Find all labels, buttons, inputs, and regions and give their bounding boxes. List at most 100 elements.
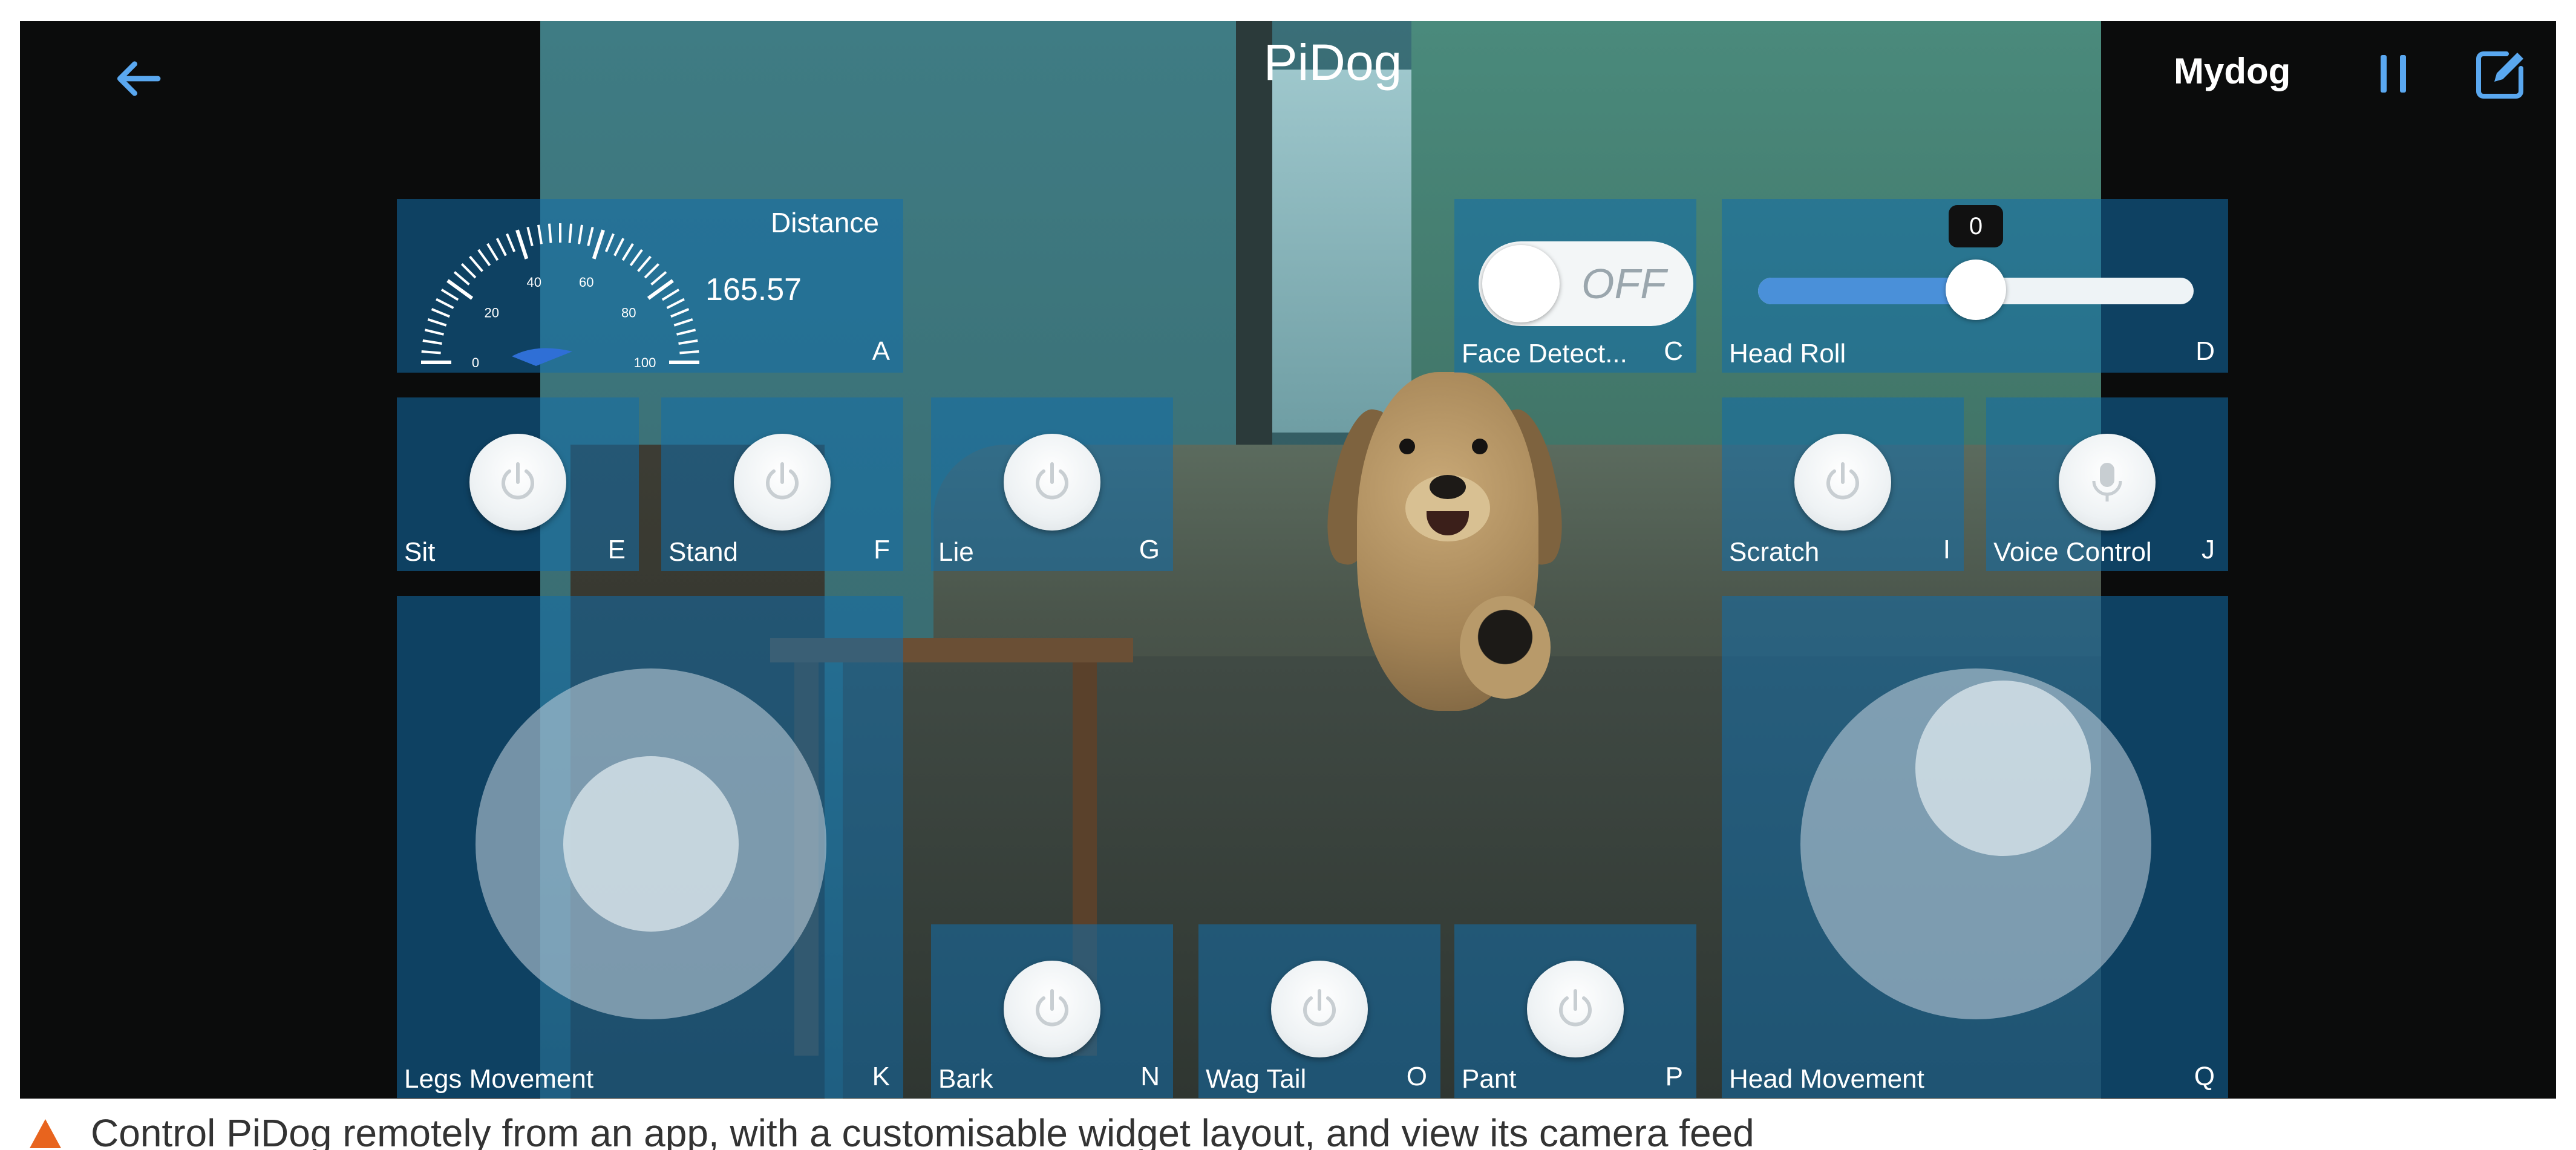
legs-movement-widget: Legs Movement K [397,596,903,1098]
gauge-tick-label: 40 [526,275,541,290]
distance-value: 165.57 [705,272,802,307]
gauge-tick [427,318,447,327]
gauge-tick [644,263,660,279]
gauge-tick [568,223,573,243]
gauge-tick [621,243,634,261]
slider-value: 0 [1949,205,2003,247]
gauge-tick [506,233,516,252]
back-button[interactable] [105,45,171,112]
gauge-tick [666,298,685,309]
bark-button[interactable] [1004,961,1100,1057]
sit-widget: Sit E [397,397,639,571]
gauge-tick [604,233,615,252]
gauge-needle [512,348,572,366]
widget-key: F [874,535,890,564]
gauge-tick [613,238,625,256]
gauge-tick [526,226,534,246]
distance-widget: 0 20 40 60 80 100 Distance 165.57 A [397,199,903,373]
plush-dog-paw [1460,596,1551,699]
app-window: PiDog Mydog 0 20 40 60 80 100 Distance 165.57… [20,21,2556,1099]
slider-thumb[interactable] [1946,260,2006,320]
gauge-tick [424,328,444,336]
gauge-tick [650,271,667,286]
head-joystick-knob[interactable] [1915,681,2091,856]
pant-widget: Pant P [1454,924,1696,1098]
scratch-button[interactable] [1794,434,1891,531]
gauge-tick [460,263,477,279]
widget-key: N [1140,1062,1160,1091]
widget-key: I [1943,535,1950,564]
gauge-tick [637,255,652,272]
widget-key: E [607,535,626,564]
gauge-tick [537,224,543,244]
wag-tail-button[interactable] [1271,961,1368,1057]
stand-button[interactable] [734,434,831,531]
lie-button[interactable] [1004,434,1100,531]
plush-dog-eye [1399,439,1415,454]
widget-label: Scratch [1729,537,1820,567]
gauge-tick-label: 60 [579,275,593,290]
gauge-tick [676,328,696,336]
widget-key: A [872,336,890,366]
gauge-tick [673,318,693,327]
edit-button[interactable] [2470,44,2531,105]
gauge-tick [587,226,594,246]
widget-key: O [1406,1062,1427,1091]
gauge-tick-label: 20 [484,305,499,321]
widget-label: Lie [938,537,974,567]
face-detect-widget: OFF Face Detect... C [1454,199,1696,373]
widget-label: Head Movement [1729,1064,1924,1094]
widget-key: P [1665,1062,1683,1091]
widget-label: Head Roll [1729,339,1846,368]
pause-button[interactable] [2367,47,2422,101]
power-icon [1303,989,1336,1027]
legs-joystick-knob[interactable] [563,756,739,932]
power-icon [1559,989,1592,1027]
widget-label: Pant [1462,1064,1517,1094]
profile-name[interactable]: Mydog [2174,50,2290,92]
gauge-tick [495,238,507,256]
power-icon [502,462,534,500]
head-movement-widget: Head Movement Q [1722,596,2228,1098]
gauge-tick [577,224,583,244]
pant-button[interactable] [1527,961,1624,1057]
plush-dog [1316,336,1599,759]
gauge-tick [453,271,470,286]
gauge-tick [422,339,442,345]
gauge-tick [629,249,643,266]
power-icon [1036,462,1068,500]
face-detect-toggle[interactable]: OFF [1479,241,1693,326]
voice-control-button[interactable] [2059,434,2156,531]
gauge-tick [679,350,699,354]
sit-button[interactable] [469,434,566,531]
power-icon [766,462,799,500]
power-icon [1826,462,1859,500]
toggle-state: OFF [1581,260,1666,307]
distance-title: Distance [771,207,879,238]
stand-widget: Stand F [661,397,903,571]
gauge-tick [469,255,483,272]
widget-key: G [1139,535,1160,564]
app-title: PiDog [1263,34,1402,91]
triangle-icon [30,1119,61,1148]
gauge-tick [436,298,454,309]
widget-label: Sit [404,537,436,567]
gauge-tick [421,350,441,354]
gauge-tick [661,289,680,301]
widget-label: Bark [938,1064,993,1094]
voice-control-widget: Voice Control J [1986,397,2228,571]
caption-text: Control PiDog remotely from an app, with… [91,1111,1754,1150]
plush-dog-nose [1430,475,1466,499]
pause-icon [2381,55,2406,93]
widget-label: Wag Tail [1206,1064,1307,1094]
gauge-tick [548,223,552,243]
microphone-icon [2092,463,2122,501]
widget-label: Stand [669,537,738,567]
distance-gauge: 0 20 40 60 80 100 [421,223,699,370]
lie-widget: Lie G [931,397,1173,571]
power-icon [1036,989,1068,1027]
widget-key: D [2195,336,2215,366]
widget-key: Q [2194,1062,2215,1091]
widget-label: Voice Control [1993,537,2152,567]
gauge-tick-label: 80 [621,305,636,321]
